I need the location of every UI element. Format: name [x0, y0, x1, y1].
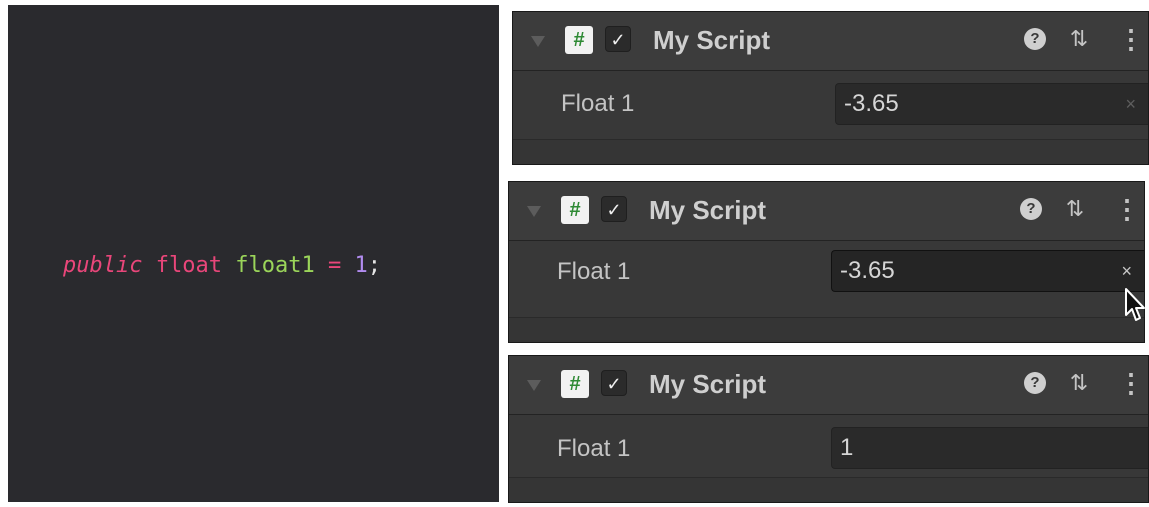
float1-input[interactable]: 1	[831, 427, 1148, 469]
csharp-script-icon: #	[561, 196, 589, 224]
csharp-script-icon: #	[561, 370, 589, 398]
help-icon[interactable]: ?	[1024, 372, 1046, 394]
field-label-float1: Float 1	[557, 435, 631, 462]
code-type-float: float	[155, 253, 222, 278]
component-title: My Script	[649, 369, 767, 399]
component-title: My Script	[653, 25, 771, 55]
float1-value: 1	[840, 434, 854, 461]
code-variable-name: float1	[235, 253, 315, 278]
mouse-pointer-icon	[1125, 288, 1145, 321]
component-footer	[509, 317, 1144, 342]
field-label-float1: Float 1	[561, 90, 635, 117]
preset-sliders-icon[interactable]: ⇅	[1066, 370, 1092, 396]
kebab-menu-icon[interactable]: ⋮	[1118, 24, 1144, 54]
float1-value: -3.65	[840, 257, 895, 284]
float1-input[interactable]: -3.65 ×	[831, 250, 1144, 292]
component-header[interactable]: # ✓ My Script ? ⇅ ⋮	[509, 356, 1148, 415]
clear-x-icon[interactable]: ×	[1125, 84, 1136, 124]
clear-x-icon[interactable]: ×	[1121, 251, 1132, 291]
float1-value: -3.65	[844, 90, 899, 117]
enabled-checkbox[interactable]: ✓	[601, 196, 627, 222]
component-header[interactable]: # ✓ My Script ? ⇅ ⋮	[509, 182, 1144, 241]
preset-sliders-icon[interactable]: ⇅	[1066, 26, 1092, 52]
kebab-menu-icon[interactable]: ⋮	[1114, 194, 1140, 224]
csharp-script-icon: #	[565, 26, 593, 54]
component-footer	[513, 139, 1148, 164]
enabled-checkbox[interactable]: ✓	[601, 370, 627, 396]
triangle-down-icon[interactable]	[531, 36, 545, 47]
kebab-menu-icon[interactable]: ⋮	[1118, 368, 1144, 398]
code-assign-operator: =	[327, 253, 342, 278]
code-semicolon: ;	[367, 253, 381, 278]
component-header[interactable]: # ✓ My Script ? ⇅ ⋮	[513, 12, 1148, 71]
help-icon[interactable]: ?	[1020, 198, 1042, 220]
component-title: My Script	[649, 195, 767, 225]
code-editor-panel: public float float1 = 1;	[8, 5, 499, 502]
help-icon[interactable]: ?	[1024, 28, 1046, 50]
inspector-component-1: # ✓ My Script ? ⇅ ⋮ Float 1 -3.65 ×	[512, 11, 1149, 165]
component-footer	[509, 477, 1148, 502]
triangle-down-icon[interactable]	[527, 380, 541, 391]
code-number-value: 1	[354, 253, 368, 278]
enabled-checkbox[interactable]: ✓	[605, 26, 631, 52]
inspector-component-2: # ✓ My Script ? ⇅ ⋮ Float 1 -3.65 ×	[508, 181, 1145, 343]
code-keyword-public: public	[63, 253, 143, 278]
code-line: public float float1 = 1;	[63, 251, 381, 281]
field-label-float1: Float 1	[557, 258, 631, 285]
float1-input[interactable]: -3.65 ×	[835, 83, 1148, 125]
inspector-component-3: # ✓ My Script ? ⇅ ⋮ Float 1 1	[508, 355, 1149, 503]
triangle-down-icon[interactable]	[527, 206, 541, 217]
preset-sliders-icon[interactable]: ⇅	[1062, 196, 1088, 222]
